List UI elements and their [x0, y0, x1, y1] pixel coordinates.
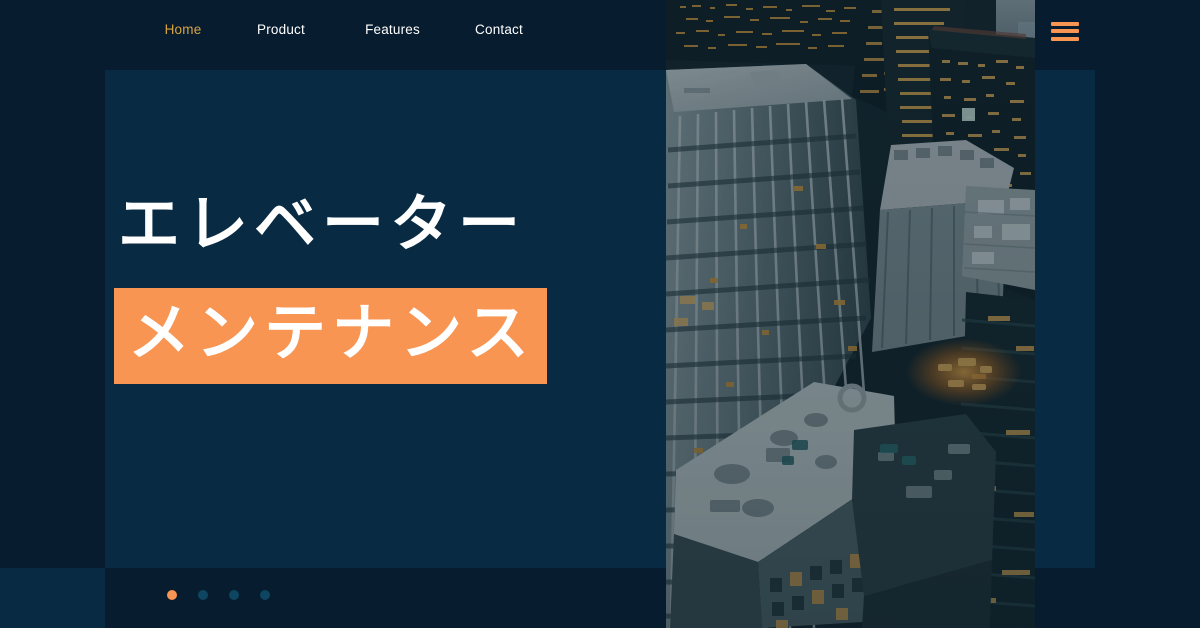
nav-item-contact[interactable]: Contact	[449, 22, 549, 37]
hamburger-bar-bottom	[1051, 37, 1079, 41]
hamburger-bar-top	[1051, 22, 1079, 26]
nav-menu: Home Product Features Contact	[140, 22, 549, 37]
nav-item-product[interactable]: Product	[226, 22, 336, 37]
carousel-dot-1[interactable]	[167, 590, 177, 600]
carousel-pagination	[167, 590, 270, 600]
carousel-dot-4[interactable]	[260, 590, 270, 600]
hero-heading-line2: メンテナンス	[128, 299, 535, 368]
hero-heading-highlight: メンテナンス	[114, 288, 547, 384]
top-navigation: Home Product Features Contact	[0, 0, 1200, 66]
carousel-dot-2[interactable]	[198, 590, 208, 600]
content-panel-footer-block	[0, 568, 105, 628]
hero-heading-line1: エレベーター	[118, 190, 527, 259]
hero-slide: Home Product Features Contact エレベーター メンテ…	[0, 0, 1200, 628]
nav-item-features[interactable]: Features	[336, 22, 449, 37]
aerial-cityscape-photo	[666, 0, 1035, 628]
carousel-dot-3[interactable]	[229, 590, 239, 600]
hamburger-bar-middle	[1051, 29, 1079, 33]
nav-item-home[interactable]: Home	[140, 22, 226, 37]
hero-heading: エレベーター メンテナンス	[114, 182, 547, 384]
hamburger-menu-icon[interactable]	[1051, 22, 1079, 41]
